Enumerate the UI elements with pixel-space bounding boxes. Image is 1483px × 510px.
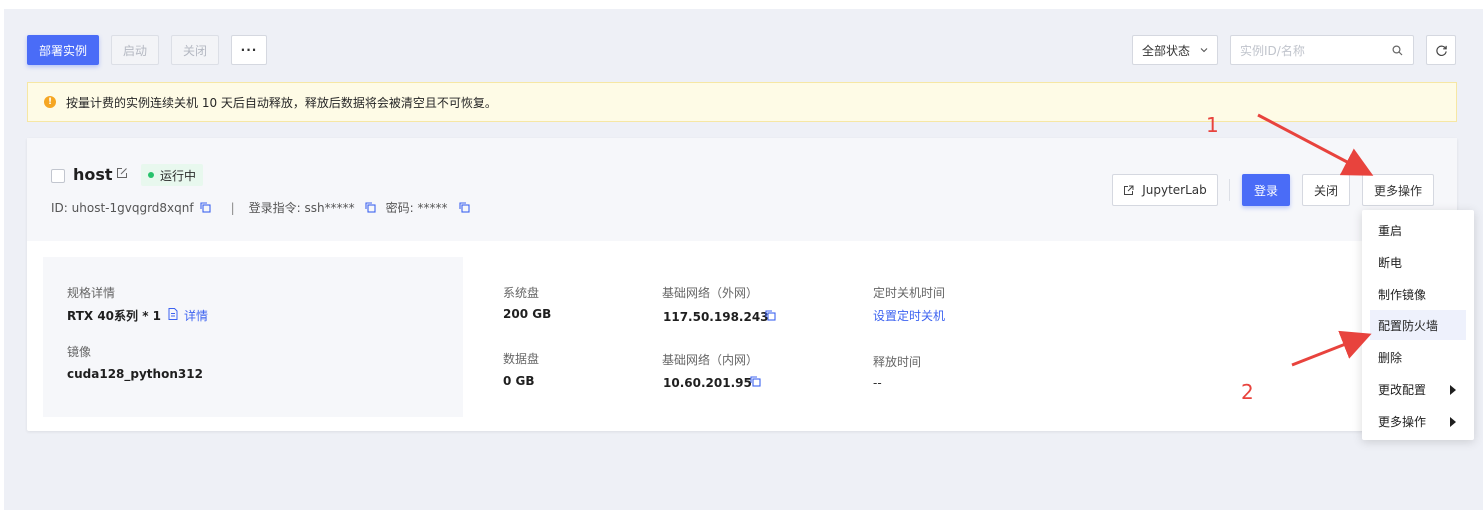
annotation-arrows	[1257, 113, 1374, 367]
arrow-to-more-actions	[1257, 113, 1374, 176]
arrow-to-firewall	[1291, 330, 1372, 367]
